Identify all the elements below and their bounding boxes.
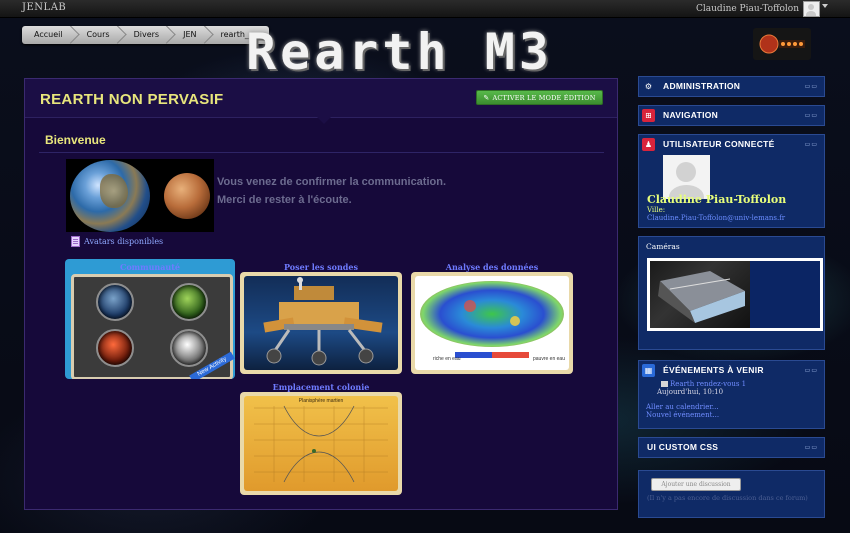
cameras-title: Caméras bbox=[646, 242, 680, 251]
connected-user-block: ♟ UTILISATEUR CONNECTÉ ▭▭ Claudine Piau-… bbox=[638, 134, 825, 228]
earth-image bbox=[70, 160, 150, 232]
navigation-block[interactable]: ⊞ NAVIGATION ▭▭ bbox=[638, 105, 825, 126]
earth-mars-image bbox=[66, 159, 214, 232]
course-title: REARTH NON PERVASIF bbox=[40, 91, 224, 108]
no-discussion-note: (Il n'y a pas encore de discussion dans … bbox=[647, 494, 808, 502]
user-menu-name: Claudine Piau-Toffolon bbox=[696, 4, 799, 14]
breadcrumb: Accueil Cours Divers JEN rearth_np bbox=[22, 26, 270, 44]
community-tile[interactable]: Communauté New Activity bbox=[65, 259, 235, 379]
header-notch bbox=[315, 115, 333, 124]
breadcrumb-accueil[interactable]: Accueil bbox=[22, 26, 73, 44]
section-title: Bienvenue bbox=[45, 133, 106, 147]
course-header: REARTH NON PERVASIF ✎ ACTIVER LE MODE ÉD… bbox=[25, 79, 617, 118]
site-brand-link[interactable]: JENLAB bbox=[22, 2, 66, 13]
legend-rich: riche en eau bbox=[433, 356, 461, 362]
forum-block: Ajouter une discussion (Il n'y a pas enc… bbox=[638, 470, 825, 518]
navigation-block-title: NAVIGATION bbox=[663, 110, 719, 120]
probes-caption[interactable]: Poser les sondes bbox=[240, 262, 402, 272]
event-item[interactable]: Rearth rendez-vous 1 bbox=[661, 380, 746, 388]
breadcrumb-jen[interactable]: JEN bbox=[169, 26, 206, 44]
gears-icon: ⚙ bbox=[642, 80, 655, 93]
site-logo bbox=[753, 28, 811, 60]
event-name: Rearth rendez-vous 1 bbox=[670, 380, 747, 388]
community-image: New Activity bbox=[71, 274, 235, 379]
analysis-caption[interactable]: Analyse des données bbox=[411, 262, 573, 272]
c-logo-icon bbox=[96, 329, 134, 367]
welcome-line-2: Merci de rester à l'écoute. bbox=[217, 194, 352, 206]
rover-icon bbox=[263, 277, 383, 366]
camera-feed[interactable] bbox=[647, 258, 823, 331]
water-map-image: riche en eau pauvre en eau bbox=[415, 276, 569, 370]
new-event-link[interactable]: Nouvel événement... bbox=[646, 411, 719, 419]
user-fullname[interactable]: Claudine Piau-Toffolon bbox=[647, 193, 786, 206]
admin-block[interactable]: ⚙ ADMINISTRATION ▭▭ bbox=[638, 76, 825, 97]
avatars-link-label: Avatars disponibles bbox=[84, 237, 164, 246]
pencil-icon: ✎ bbox=[483, 93, 490, 102]
user-city-label: Ville: bbox=[647, 206, 666, 214]
custom-css-title: UI CUSTOM CSS bbox=[647, 442, 719, 452]
planet-logo-icon bbox=[759, 34, 805, 54]
block-controls-icon[interactable]: ▭▭ bbox=[805, 141, 818, 148]
course-main-region: REARTH NON PERVASIF ✎ ACTIVER LE MODE ÉD… bbox=[24, 78, 618, 510]
site-title: Rearth M3 bbox=[246, 23, 553, 81]
camera-dark-area bbox=[750, 261, 820, 328]
block-controls-icon[interactable]: ▭▭ bbox=[805, 444, 818, 451]
t-logo-icon bbox=[170, 329, 208, 367]
block-controls-icon[interactable]: ▭▭ bbox=[805, 112, 818, 119]
user-avatar-small bbox=[803, 1, 820, 17]
mars-grid-icon bbox=[254, 405, 388, 483]
sitemap-icon: ⊞ bbox=[642, 109, 655, 122]
upcoming-events-block: ▦ ÉVÉNEMENTS À VENIR ▭▭ Rearth rendez-vo… bbox=[638, 360, 825, 429]
calendar-icon: ▦ bbox=[642, 364, 655, 377]
block-controls-icon[interactable]: ▭▭ bbox=[805, 83, 818, 90]
mars-image bbox=[164, 173, 210, 219]
block-controls-icon[interactable]: ▭▭ bbox=[805, 367, 818, 374]
breadcrumb-cours[interactable]: Cours bbox=[73, 26, 120, 44]
event-time: Aujourd'hui, 10:10 bbox=[657, 388, 724, 396]
connected-user-title: UTILISATEUR CONNECTÉ bbox=[663, 139, 775, 149]
probes-tile[interactable] bbox=[240, 272, 402, 374]
admin-block-title: ADMINISTRATION bbox=[663, 81, 741, 91]
community-caption: Communauté bbox=[119, 262, 181, 272]
camera-image bbox=[650, 261, 750, 328]
calendar-link[interactable]: Aller au calendrier... bbox=[646, 403, 719, 411]
colony-tile[interactable]: Planisphère martien bbox=[240, 392, 402, 495]
section-divider bbox=[39, 152, 604, 153]
planet-icon bbox=[96, 283, 134, 321]
user-email-link[interactable]: Claudine.Piau-Toffolon@univ-lemans.fr bbox=[647, 214, 785, 222]
welcome-message: Vous venez de confirmer la communication… bbox=[217, 173, 446, 209]
event-icon bbox=[661, 381, 668, 387]
welcome-line-1: Vous venez de confirmer la communication… bbox=[217, 176, 447, 188]
top-navbar: JENLAB Claudine Piau-Toffolon bbox=[0, 0, 850, 18]
breadcrumb-divers[interactable]: Divers bbox=[120, 26, 170, 44]
mars-map-image: Planisphère martien bbox=[244, 396, 398, 491]
rover-image bbox=[244, 276, 398, 370]
events-block-title: ÉVÉNEMENTS À VENIR bbox=[663, 365, 764, 375]
lightning-icon bbox=[170, 283, 208, 321]
edit-mode-button[interactable]: ✎ ACTIVER LE MODE ÉDITION bbox=[476, 90, 603, 105]
user-icon: ♟ bbox=[642, 138, 655, 151]
legend-poor: pauvre en eau bbox=[533, 356, 565, 362]
analysis-tile[interactable]: riche en eau pauvre en eau bbox=[411, 272, 573, 374]
cameras-block: Caméras bbox=[638, 236, 825, 350]
user-menu[interactable]: Claudine Piau-Toffolon bbox=[696, 1, 820, 17]
chevron-down-icon[interactable] bbox=[822, 4, 828, 8]
mars-map-title: Planisphère martien bbox=[298, 398, 344, 404]
document-icon bbox=[71, 236, 80, 247]
edit-mode-label: ACTIVER LE MODE ÉDITION bbox=[492, 93, 596, 102]
custom-css-block[interactable]: UI CUSTOM CSS ▭▭ bbox=[638, 437, 825, 458]
add-discussion-button[interactable]: Ajouter une discussion bbox=[651, 478, 741, 491]
camera-scene-icon bbox=[658, 271, 745, 323]
avatars-resource-link[interactable]: Avatars disponibles bbox=[71, 236, 163, 247]
colony-caption[interactable]: Emplacement colonie bbox=[240, 382, 402, 392]
